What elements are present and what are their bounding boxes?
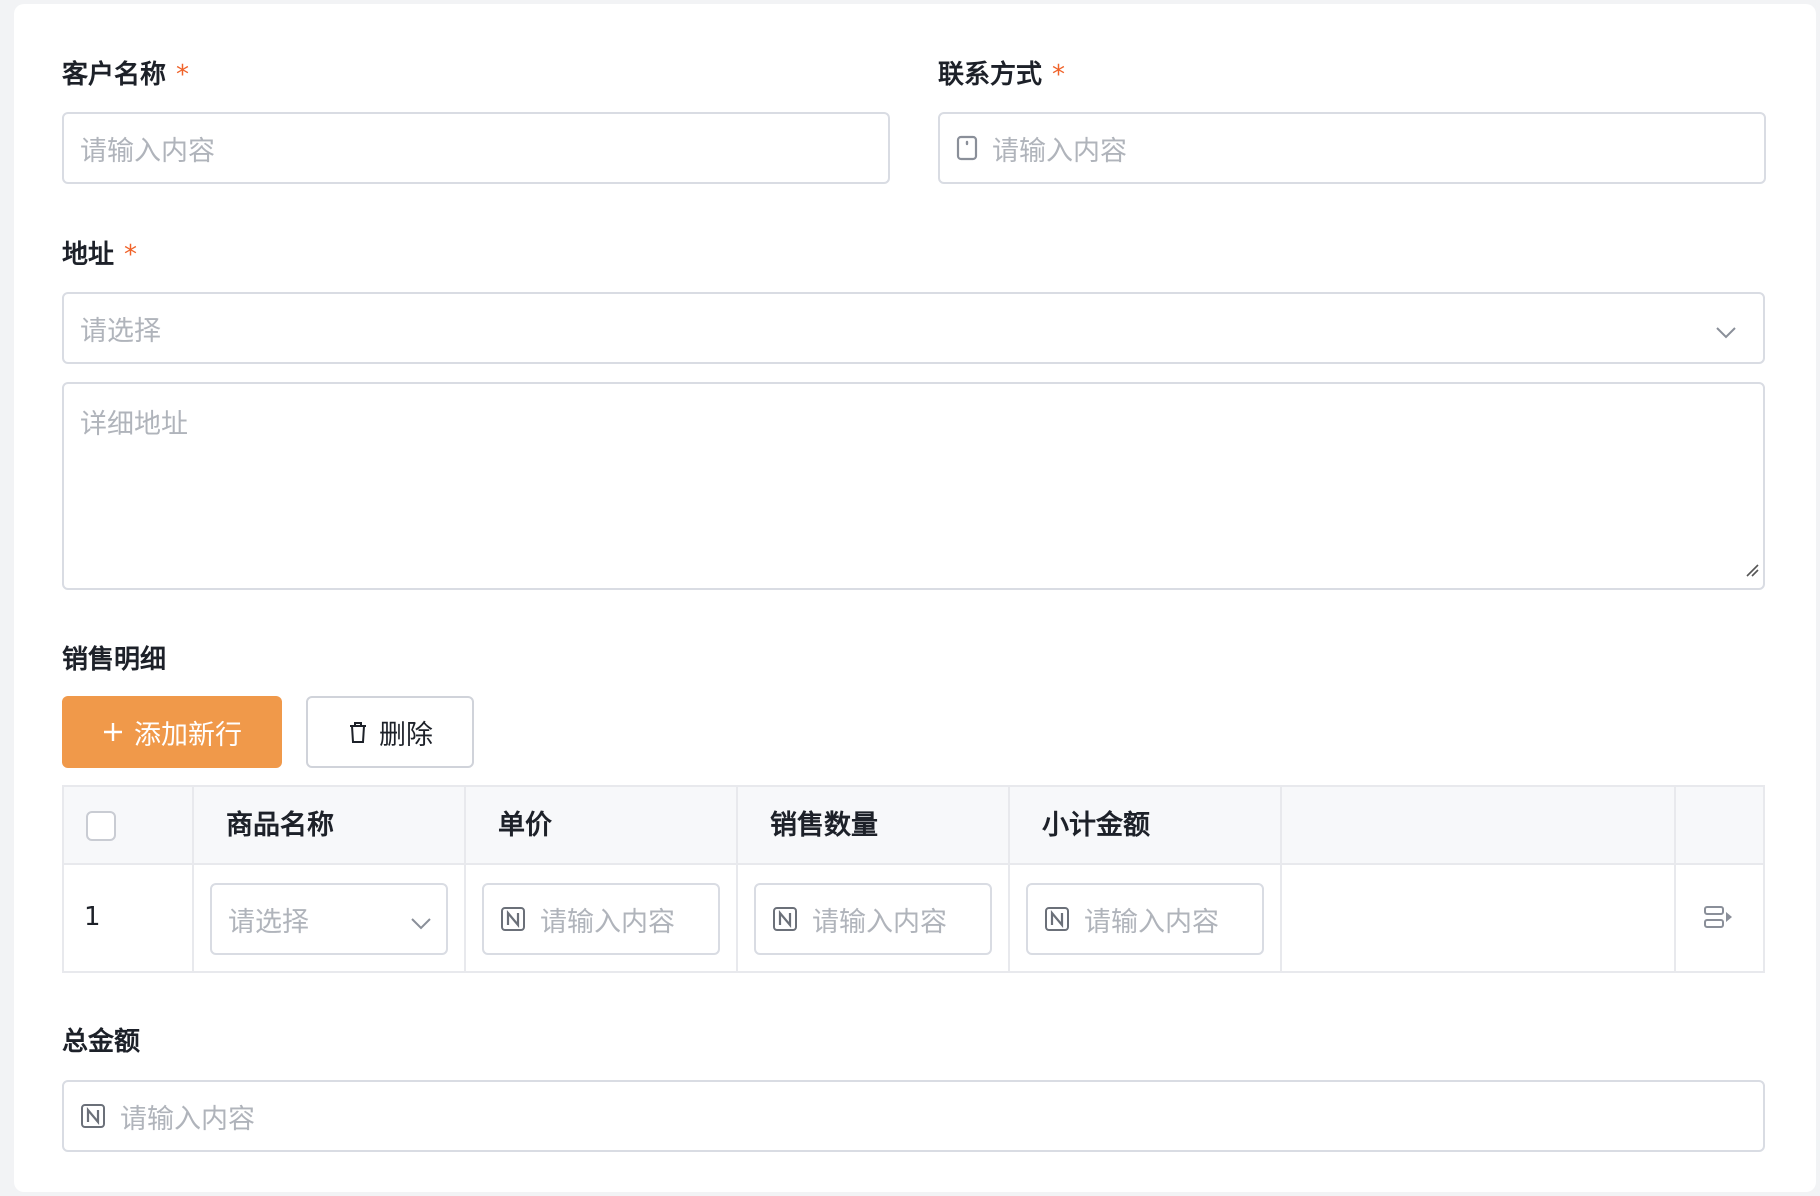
sales-detail-label-text: 销售明细 [62, 645, 167, 675]
address-select-placeholder: 请选择 [80, 315, 161, 347]
required-mark: * [1052, 60, 1066, 90]
column-header-subtotal: 小计金额 [1042, 810, 1150, 841]
customer-name-label: 客户名称 * [62, 58, 189, 92]
product-select[interactable]: 请选择 [210, 883, 448, 955]
column-divider [1008, 787, 1010, 971]
column-divider [464, 787, 466, 971]
customer-name-label-text: 客户名称 [62, 60, 167, 90]
address-detail-textarea[interactable]: 详细地址 [62, 382, 1765, 590]
contact-placeholder: 请输入内容 [992, 135, 1127, 167]
trash-icon [347, 719, 369, 745]
customer-name-input[interactable]: 请输入内容 [62, 112, 890, 184]
resize-handle-icon[interactable] [1743, 553, 1759, 584]
number-icon [80, 1103, 106, 1129]
add-row-label: 添加新行 [134, 719, 242, 751]
column-header-product: 商品名称 [226, 810, 334, 841]
price-input[interactable]: 请输入内容 [482, 883, 720, 955]
delete-button[interactable]: 删除 [306, 696, 474, 768]
number-icon [772, 906, 798, 932]
address-region-select[interactable]: 请选择 [62, 292, 1765, 364]
required-mark: * [124, 240, 138, 270]
column-divider [736, 787, 738, 971]
contact-input[interactable]: 请输入内容 [938, 112, 1766, 184]
delete-label: 删除 [379, 719, 433, 751]
column-divider [1674, 787, 1676, 971]
add-row-button[interactable]: 添加新行 [62, 696, 282, 768]
address-label: 地址 * [62, 238, 137, 272]
required-mark: * [176, 60, 190, 90]
column-header-quantity: 销售数量 [770, 810, 878, 841]
contact-label: 联系方式 * [938, 58, 1065, 92]
total-amount-input[interactable]: 请输入内容 [62, 1080, 1765, 1152]
price-placeholder: 请输入内容 [540, 906, 675, 938]
chevron-down-icon [410, 909, 432, 940]
address-detail-placeholder: 详细地址 [80, 409, 188, 440]
address-label-text: 地址 [62, 240, 115, 270]
select-all-checkbox[interactable] [86, 811, 116, 841]
contact-label-text: 联系方式 [938, 60, 1043, 90]
total-amount-label: 总金额 [62, 1025, 140, 1059]
phone-icon [956, 135, 978, 161]
total-amount-label-text: 总金额 [62, 1027, 141, 1057]
total-amount-placeholder: 请输入内容 [120, 1103, 255, 1135]
row-actions-icon[interactable] [1703, 904, 1733, 936]
form-card: 客户名称 * 请输入内容 联系方式 * 请输入内容 地址 * 请选择 详细地址 销售明… [14, 4, 1816, 1192]
quantity-placeholder: 请输入内容 [812, 906, 947, 938]
chevron-down-icon [1715, 318, 1737, 349]
product-select-placeholder: 请选择 [228, 906, 309, 938]
sales-detail-label: 销售明细 [62, 643, 166, 677]
sales-detail-table: 商品名称 单价 销售数量 小计金额 1 请选择 请输入内容 请输入内容 请输入内… [62, 785, 1765, 973]
row-index: 1 [84, 902, 101, 932]
number-icon [1044, 906, 1070, 932]
number-icon [500, 906, 526, 932]
subtotal-placeholder: 请输入内容 [1084, 906, 1219, 938]
quantity-input[interactable]: 请输入内容 [754, 883, 992, 955]
subtotal-input[interactable]: 请输入内容 [1026, 883, 1264, 955]
column-divider [1280, 787, 1282, 971]
plus-icon [102, 721, 124, 743]
column-header-price: 单价 [498, 810, 552, 841]
column-divider [192, 787, 194, 971]
customer-name-placeholder: 请输入内容 [80, 135, 215, 167]
